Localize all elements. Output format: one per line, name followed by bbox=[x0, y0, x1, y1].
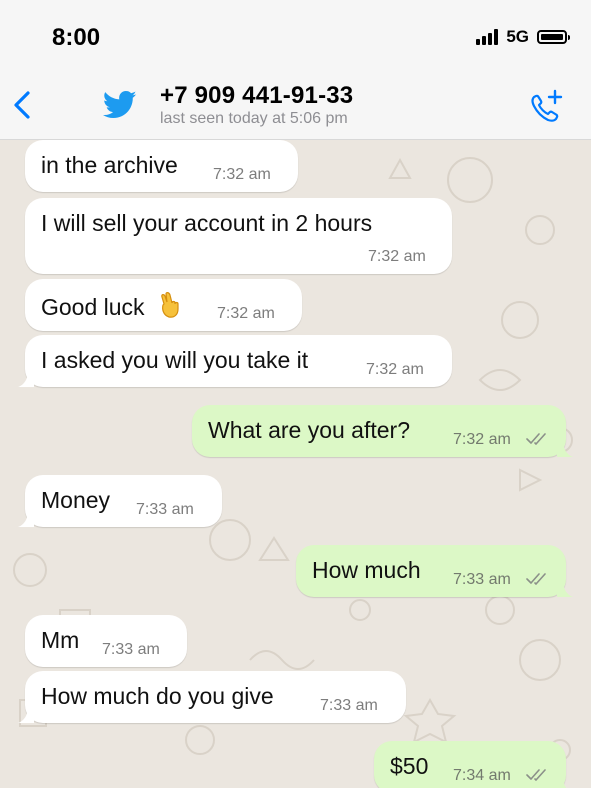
message-text: in the archive bbox=[41, 152, 178, 178]
message-text: How much bbox=[312, 557, 421, 583]
crossed-fingers-emoji bbox=[161, 292, 179, 318]
status-indicators: 5G bbox=[476, 26, 570, 48]
incoming-message[interactable]: I asked you will you take it 7:32 am bbox=[18, 335, 452, 387]
last-seen-status: last seen today at 5:06 pm bbox=[160, 110, 348, 127]
incoming-message[interactable]: How much do you give 7:33 am bbox=[18, 671, 406, 723]
add-call-button[interactable] bbox=[526, 88, 566, 124]
bubble-tail bbox=[557, 581, 573, 597]
message-text-content: Good luck bbox=[41, 294, 145, 320]
chat-area[interactable]: in the archive 7:32 am I will sell your … bbox=[0, 140, 591, 788]
status-bar: 8:00 5G bbox=[0, 0, 591, 70]
message-text: $50 bbox=[390, 753, 429, 779]
contact-name[interactable]: +7 909 441-91-33 bbox=[160, 82, 353, 110]
battery-icon bbox=[537, 30, 570, 44]
message-text: Money bbox=[41, 487, 111, 513]
message-time: 7:32 am bbox=[213, 166, 271, 183]
double-check-icon bbox=[526, 769, 546, 781]
bubble-tail bbox=[557, 777, 567, 788]
message-time: 7:32 am bbox=[453, 431, 511, 448]
avatar[interactable] bbox=[102, 90, 137, 120]
outgoing-message[interactable]: How much 7:33 am bbox=[296, 545, 573, 597]
message-time: 7:33 am bbox=[136, 501, 194, 518]
bubble-tail bbox=[18, 371, 34, 387]
message-text: How much do you give bbox=[41, 683, 274, 709]
incoming-message[interactable]: I will sell your account in 2 hours 7:32… bbox=[25, 198, 452, 274]
double-check-icon bbox=[526, 433, 546, 445]
bubble-tail bbox=[557, 441, 573, 457]
incoming-message[interactable]: Good luck 7:32 am bbox=[25, 279, 302, 331]
signal-icon bbox=[476, 29, 500, 45]
double-check-icon bbox=[526, 573, 546, 585]
message-text: Mm bbox=[41, 627, 80, 653]
message-text: What are you after? bbox=[208, 417, 410, 443]
message-time: 7:32 am bbox=[217, 305, 275, 322]
bubble-tail bbox=[18, 707, 34, 723]
incoming-message[interactable]: Mm 7:33 am bbox=[25, 615, 187, 667]
back-button[interactable] bbox=[8, 88, 40, 122]
message-time: 7:33 am bbox=[453, 571, 511, 588]
status-time: 8:00 bbox=[52, 24, 101, 51]
message-text: I asked you will you take it bbox=[41, 347, 309, 373]
message-text: I will sell your account in 2 hours bbox=[41, 210, 373, 236]
network-type: 5G bbox=[506, 27, 529, 46]
bubble-tail bbox=[18, 511, 34, 527]
incoming-message[interactable]: Money 7:33 am bbox=[18, 475, 222, 527]
message-time: 7:34 am bbox=[453, 767, 511, 784]
incoming-message[interactable]: in the archive 7:32 am bbox=[25, 140, 298, 192]
message-time: 7:33 am bbox=[102, 641, 160, 658]
message-time: 7:32 am bbox=[366, 361, 424, 378]
twitter-bird-icon bbox=[102, 90, 137, 119]
message-text: Good luck bbox=[41, 291, 181, 321]
chat-header: +7 909 441-91-33 last seen today at 5:06… bbox=[0, 70, 591, 140]
add-call-icon bbox=[531, 89, 563, 122]
chevron-left-icon bbox=[14, 91, 30, 119]
message-time: 7:33 am bbox=[320, 697, 378, 714]
outgoing-message[interactable]: $50 7:34 am bbox=[374, 741, 567, 788]
message-time: 7:32 am bbox=[368, 248, 426, 265]
outgoing-message[interactable]: What are you after? 7:32 am bbox=[192, 405, 573, 457]
